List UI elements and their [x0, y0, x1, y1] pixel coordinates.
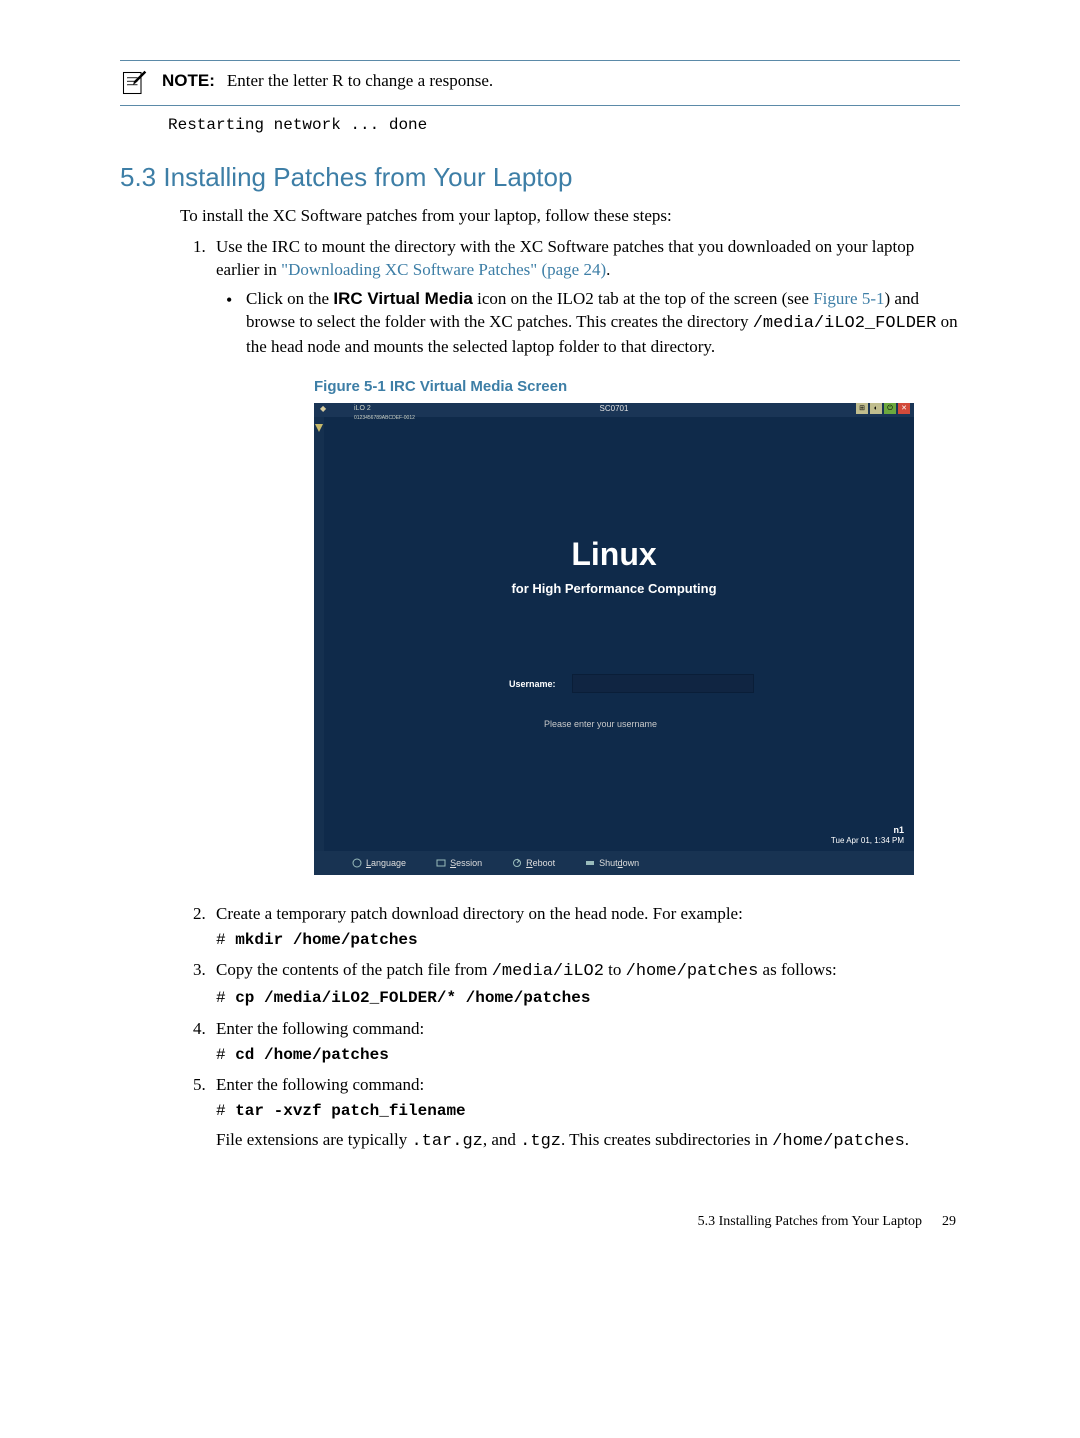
figure-caption: Figure 5-1 IRC Virtual Media Screen	[314, 377, 960, 397]
titlebar-center: SC0701	[600, 404, 629, 415]
titlebar-app-icon: ◆	[320, 404, 326, 415]
step-5: Enter the following command: # tar -xvzf…	[210, 1074, 960, 1153]
session-menu: Session	[436, 857, 482, 869]
close-icon: ✕	[898, 403, 910, 414]
globe-icon	[352, 858, 362, 868]
divider	[120, 60, 960, 61]
step-3: Copy the contents of the patch file from…	[210, 959, 960, 1010]
language-menu: Language	[352, 857, 406, 869]
titlebar-button: ⊞	[856, 403, 868, 414]
session-icon	[436, 858, 446, 868]
login-brand-sub: for High Performance Computing	[314, 580, 914, 598]
irc-screenshot: ◆ iLO 20123456789ABCDEF-0012 SC0701 ⊞ ◐ …	[314, 403, 914, 875]
note-text: Enter the letter R to change a response.	[227, 71, 493, 90]
screenshot-left-strip	[314, 417, 324, 851]
username-label: Username:	[509, 678, 556, 690]
login-bottom-bar: Language Session Reboot Shutdown	[314, 851, 914, 875]
page-footer: 5.3 Installing Patches from Your Laptop2…	[120, 1214, 960, 1230]
screenshot-titlebar: ◆ iLO 20123456789ABCDEF-0012 SC0701 ⊞ ◐ …	[314, 403, 914, 417]
note-icon	[120, 69, 148, 97]
shutdown-menu: Shutdown	[585, 857, 639, 869]
step-2: Create a temporary patch download direct…	[210, 903, 960, 952]
titlebar-button: ◐	[870, 403, 882, 414]
login-brand-title: Linux	[314, 533, 914, 576]
host-time-label: n1Tue Apr 01, 1:34 PM	[831, 825, 904, 847]
reboot-menu: Reboot	[512, 857, 555, 869]
intro-text: To install the XC Software patches from …	[180, 205, 960, 228]
note-label: NOTE:	[162, 71, 215, 90]
power-icon: ⏻	[884, 403, 896, 414]
section-heading: 5.3 Installing Patches from Your Laptop	[120, 162, 960, 193]
username-input	[572, 674, 754, 693]
titlebar-ilo-text: iLO 20123456789ABCDEF-0012	[354, 404, 415, 423]
code-output: Restarting network ... done	[168, 116, 960, 134]
reboot-icon	[512, 858, 522, 868]
download-patches-link[interactable]: "Downloading XC Software Patches" (page …	[281, 260, 606, 279]
step-1: Use the IRC to mount the directory with …	[210, 236, 960, 875]
step-4: Enter the following command: # cd /home/…	[210, 1018, 960, 1067]
step-1-bullet: Click on the IRC Virtual Media icon on t…	[246, 288, 960, 359]
shutdown-icon	[585, 858, 595, 868]
login-hint: Please enter your username	[544, 718, 657, 730]
note-block: NOTE: Enter the letter R to change a resp…	[120, 71, 960, 97]
divider	[120, 105, 960, 106]
figure-5-1-link[interactable]: Figure 5-1	[813, 289, 884, 308]
